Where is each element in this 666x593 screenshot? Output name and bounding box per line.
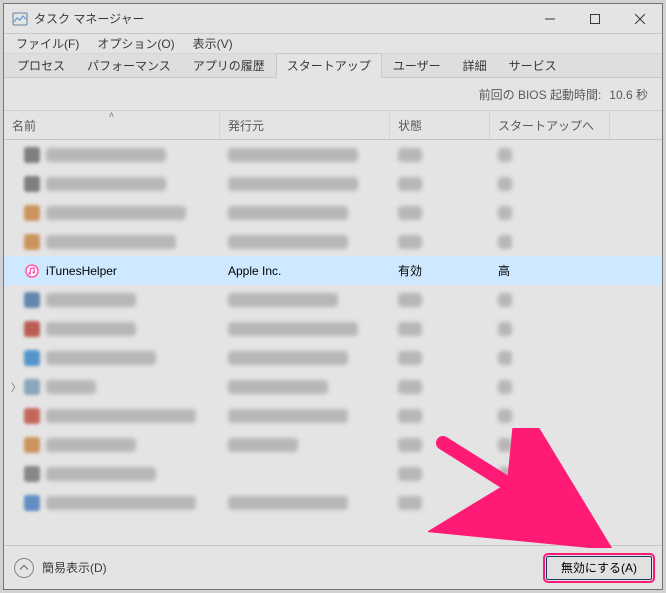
column-name-label: 名前 bbox=[12, 117, 36, 134]
minimize-button[interactable] bbox=[527, 4, 572, 34]
column-publisher[interactable]: 発行元 bbox=[220, 111, 390, 139]
selected-status: 有効 bbox=[398, 262, 422, 279]
column-impact[interactable]: スタートアップへ bbox=[490, 111, 610, 139]
menubar: ファイル(F) オプション(O) 表示(V) bbox=[4, 34, 662, 54]
list-item[interactable] bbox=[4, 285, 662, 314]
selected-impact: 高 bbox=[498, 262, 510, 279]
tabbar: プロセス パフォーマンス アプリの履歴 スタートアップ ユーザー 詳細 サービス bbox=[4, 54, 662, 78]
app-icon bbox=[12, 11, 28, 27]
titlebar: タスク マネージャー bbox=[4, 4, 662, 34]
list-item[interactable] bbox=[4, 459, 662, 488]
selected-publisher: Apple Inc. bbox=[228, 264, 281, 278]
tab-startup[interactable]: スタートアップ bbox=[276, 53, 382, 78]
window-title: タスク マネージャー bbox=[34, 10, 145, 27]
menu-options[interactable]: オプション(O) bbox=[89, 34, 182, 53]
itunes-icon bbox=[24, 263, 40, 279]
tab-users[interactable]: ユーザー bbox=[382, 53, 452, 77]
bios-boot-time: 前回の BIOS 起動時間: 10.6 秒 bbox=[4, 78, 662, 110]
column-status[interactable]: 状態 bbox=[390, 111, 490, 139]
list-item[interactable]: 〉 bbox=[4, 372, 662, 401]
list-item[interactable] bbox=[4, 488, 662, 517]
disable-button-label: 無効にする(A) bbox=[561, 559, 637, 576]
tab-details[interactable]: 詳細 bbox=[452, 53, 498, 77]
startup-list[interactable]: iTunesHelper Apple Inc. 有効 高 bbox=[4, 140, 662, 545]
sort-ascending-icon: ˄ bbox=[109, 110, 114, 120]
fewer-details-label: 簡易表示(D) bbox=[42, 559, 107, 576]
list-item[interactable] bbox=[4, 227, 662, 256]
list-item[interactable] bbox=[4, 343, 662, 372]
column-spacer bbox=[610, 111, 662, 139]
tab-processes[interactable]: プロセス bbox=[6, 53, 76, 77]
list-item[interactable] bbox=[4, 140, 662, 169]
task-manager-window: タスク マネージャー ファイル(F) オプション(O) 表示(V) プロセス パ… bbox=[3, 3, 663, 590]
list-item[interactable] bbox=[4, 430, 662, 459]
maximize-button[interactable] bbox=[572, 4, 617, 34]
footer: 簡易表示(D) 無効にする(A) bbox=[4, 545, 662, 589]
tab-services[interactable]: サービス bbox=[498, 53, 568, 77]
tab-app-history[interactable]: アプリの履歴 bbox=[182, 53, 276, 77]
list-item-selected[interactable]: iTunesHelper Apple Inc. 有効 高 bbox=[4, 256, 662, 285]
bios-label: 前回の BIOS 起動時間: bbox=[479, 86, 602, 103]
fewer-details-button[interactable]: 簡易表示(D) bbox=[14, 558, 107, 578]
selected-name: iTunesHelper bbox=[46, 264, 117, 278]
list-item[interactable] bbox=[4, 169, 662, 198]
list-item[interactable] bbox=[4, 401, 662, 430]
disable-button[interactable]: 無効にする(A) bbox=[546, 556, 652, 580]
column-headers: ˄ 名前 発行元 状態 スタートアップへ bbox=[4, 110, 662, 140]
menu-file[interactable]: ファイル(F) bbox=[8, 34, 87, 53]
expand-icon[interactable]: 〉 bbox=[10, 379, 22, 394]
menu-view[interactable]: 表示(V) bbox=[185, 34, 241, 53]
column-name[interactable]: ˄ 名前 bbox=[4, 111, 220, 139]
list-item[interactable] bbox=[4, 314, 662, 343]
list-item[interactable] bbox=[4, 198, 662, 227]
bios-value: 10.6 秒 bbox=[609, 86, 648, 103]
startup-content: 前回の BIOS 起動時間: 10.6 秒 ˄ 名前 発行元 状態 スタートアッ… bbox=[4, 78, 662, 545]
close-button[interactable] bbox=[617, 4, 662, 34]
chevron-up-icon bbox=[14, 558, 34, 578]
tab-performance[interactable]: パフォーマンス bbox=[76, 53, 182, 77]
